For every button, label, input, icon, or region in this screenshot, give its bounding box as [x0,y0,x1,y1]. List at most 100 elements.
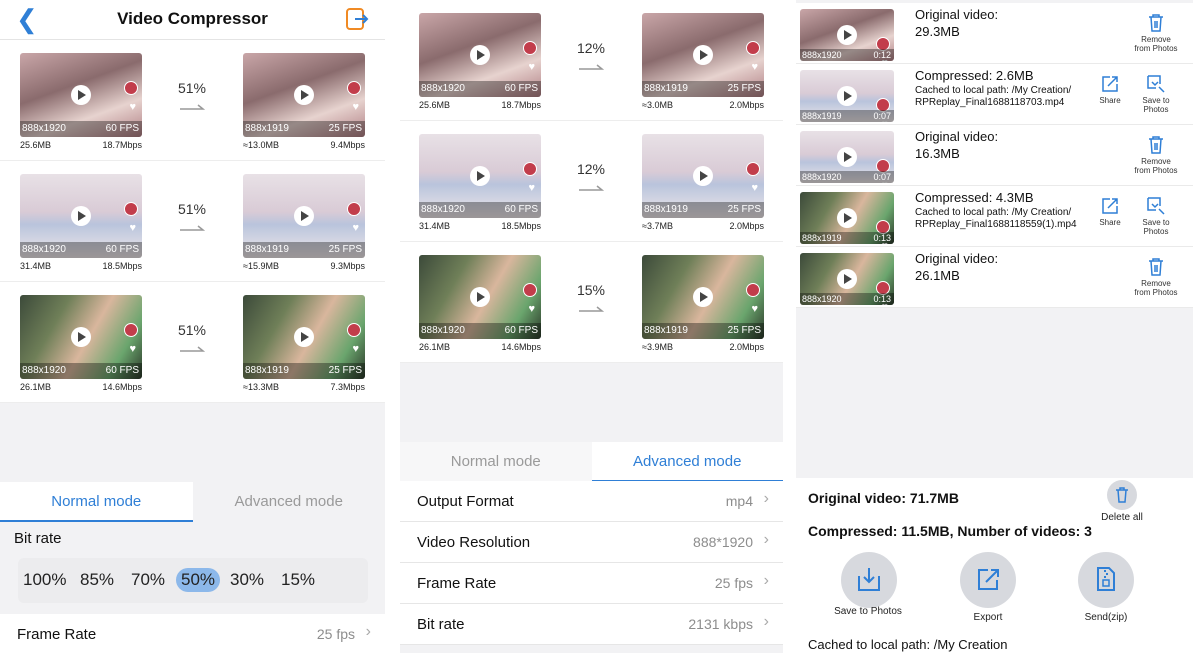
rate-option-100[interactable]: 100% [23,570,66,590]
trash-icon [1149,136,1163,154]
video-thumbnail[interactable]: ♥888x19190:13 [800,192,894,244]
original-meta: 26.1MB 14.6Mbps [20,382,142,392]
setting-row[interactable]: Frame Rate 25 fps › [400,563,783,604]
video-thumbnail[interactable]: ♥ 888x1919 25 FPS [642,134,764,218]
video-thumbnail[interactable]: ♥ 888x1919 25 FPS [243,295,365,379]
item-heading: Compressed: 2.6MB [915,68,1034,83]
save-to-photos-button[interactable] [841,552,897,608]
original-bitrate: 18.5Mbps [501,221,541,231]
avatar-icon [124,323,138,337]
compressed-bitrate: 2.0Mbps [729,342,764,352]
video-thumbnail[interactable]: ♥888x19200:07 [800,131,894,183]
resolution-text: 888x1920 [802,172,842,182]
resolution-text: 888x1920 [802,294,842,304]
tab-advanced-mode[interactable]: Advanced mode [193,482,386,522]
duration-text: 0:07 [873,172,891,182]
thumbnail-info-bar: 888x1920 60 FPS [419,323,541,339]
video-thumbnail[interactable]: ♥ 888x1920 60 FPS [20,174,142,258]
delete-all-label: Delete all [1101,512,1143,523]
remove-from-photos-button[interactable]: Remove from Photos [1133,13,1179,53]
rate-option-50-selected[interactable]: 50% [176,568,221,592]
original-size: 25.6MB [419,100,451,110]
share-button[interactable]: Share [1087,74,1133,105]
setting-row[interactable]: Output Format mp4 › [400,481,783,522]
frame-rate-row[interactable]: Frame Rate 25 fps › [0,614,385,653]
heart-icon: ♥ [528,303,535,315]
video-thumbnail[interactable]: ♥ 888x1920 60 FPS [419,255,541,339]
remove-from-photos-button[interactable]: Remove from Photos [1133,135,1179,175]
avatar-icon [746,283,760,297]
video-thumbnail[interactable]: ♥ 888x1920 60 FPS [419,13,541,97]
video-thumbnail[interactable]: ♥ 888x1919 25 FPS [243,174,365,258]
original-bitrate: 14.6Mbps [501,342,541,352]
export-label: Export [973,612,1003,623]
original-bitrate: 18.5Mbps [102,261,142,271]
item-size: 26.1MB [915,268,960,283]
share-button[interactable]: Share [1087,196,1133,227]
video-thumbnail[interactable]: ♥ 888x1920 60 FPS [20,53,142,137]
fps-text: 25 FPS [727,204,761,215]
compression-percent: 51% [177,322,207,338]
play-icon [837,208,857,228]
setting-row[interactable]: Bit rate 2131 kbps › [400,604,783,645]
tab-normal-mode[interactable]: Normal mode [0,482,193,522]
export-button[interactable] [960,552,1016,608]
resolution-text: 888x1920 [421,325,465,336]
chevron-right-icon: › [365,623,371,640]
compressed-meta: ≈3.0MB 2.0Mbps [642,100,764,110]
video-thumbnail[interactable]: ♥ 888x1919 25 FPS [642,255,764,339]
arrow-right-icon [180,104,205,110]
play-icon [837,86,857,106]
video-thumbnail[interactable]: ♥ 888x1920 60 FPS [419,134,541,218]
delete-all-button[interactable] [1107,480,1137,510]
original-bitrate: 18.7Mbps [501,100,541,110]
remove-from-photos-button[interactable]: Remove from Photos [1133,257,1179,297]
play-icon [470,45,490,65]
video-thumbnail[interactable]: ♥ 888x1919 25 FPS [243,53,365,137]
compressed-size: ≈13.0MB [243,140,279,150]
compression-percent: 12% [576,40,606,56]
fps-text: 25 FPS [328,123,362,134]
video-compare-row: ♥ 888x1920 60 FPS 31.4MB 18.5Mbps 12% ♥ 888x191… [400,121,783,242]
compressed-size: ≈3.7MB [642,221,673,231]
compressed-size: ≈3.0MB [642,100,673,110]
save-to-photos-button[interactable]: Save to Photos [1133,74,1179,114]
export-icon[interactable] [345,7,369,36]
play-icon [71,327,91,347]
video-thumbnail[interactable]: ♥888x19200:12 [800,9,894,61]
video-thumbnail[interactable]: ♥ 888x1920 60 FPS [20,295,142,379]
chevron-right-icon: › [763,531,769,548]
video-thumbnail[interactable]: ♥888x19190:07 [800,70,894,122]
rate-option-70[interactable]: 70% [131,570,165,590]
setting-row[interactable]: Video Resolution 888*1920 › [400,522,783,563]
save-to-photos-button[interactable]: Save to Photos [1133,196,1179,236]
fps-text: 25 FPS [328,244,362,255]
original-bitrate: 18.7Mbps [102,140,142,150]
video-thumbnail[interactable]: ♥ 888x1919 25 FPS [642,13,764,97]
rate-option-85[interactable]: 85% [80,570,114,590]
tab-advanced-mode[interactable]: Advanced mode [591,442,783,482]
item-size: 29.3MB [915,24,960,39]
rate-option-15[interactable]: 15% [281,570,315,590]
rate-option-30[interactable]: 30% [230,570,264,590]
resolution-text: 888x1920 [22,123,66,134]
thumbnail-info-bar: 888x1920 0:07 [800,171,894,183]
tab-normal-mode[interactable]: Normal mode [400,442,592,482]
compressed-bitrate: 9.3Mbps [330,261,365,271]
original-size: 26.1MB [419,342,451,352]
play-icon [470,287,490,307]
avatar-icon [124,202,138,216]
heart-icon: ♥ [352,222,359,234]
video-thumbnail[interactable]: ♥888x19200:13 [800,253,894,305]
heart-icon: ♥ [751,303,758,315]
duration-text: 0:07 [873,111,891,121]
panel-advanced-mode: ♥ 888x1920 60 FPS 25.6MB 18.7Mbps 12% ♥ 888x191… [400,0,783,653]
arrow-right-icon [579,64,604,70]
save-photo-icon [1147,197,1165,215]
thumbnail-info-bar: 888x1920 60 FPS [20,242,142,258]
remove-from-photos-label: Remove from Photos [1134,157,1178,175]
play-icon [693,166,713,186]
arrow-right-icon [579,306,604,312]
send-zip-button[interactable] [1078,552,1134,608]
share-label: Share [1099,96,1121,105]
